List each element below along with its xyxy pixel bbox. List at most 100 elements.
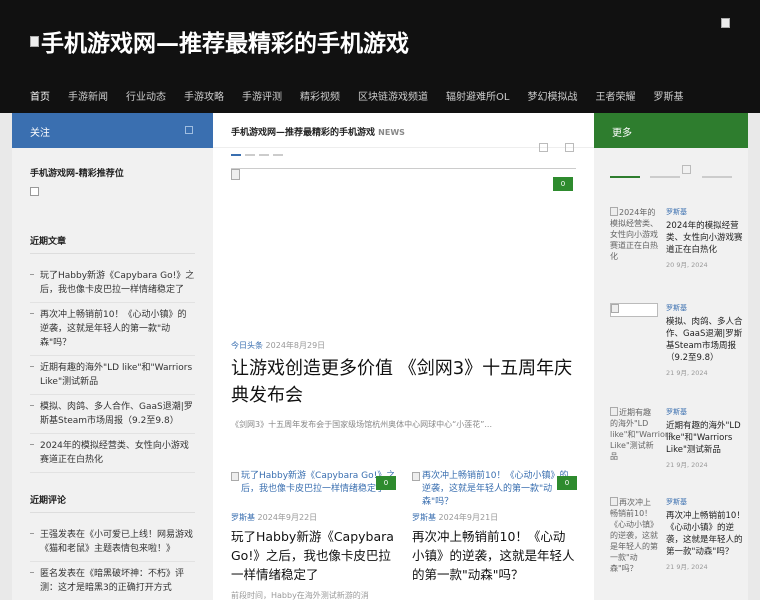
nav-item-blockchain[interactable]: 区块链游戏频道 <box>358 86 428 113</box>
sidebar-post-category[interactable]: 罗斯基 <box>666 207 746 217</box>
site-title-link[interactable]: 手机游戏网—推荐最精彩的手机游戏 <box>30 24 409 58</box>
sidebar-post-title[interactable]: 模拟、肉鸽、多人合作、GaaS退潮|罗斯基Steam市场周报（9.2至9.8） <box>666 316 746 364</box>
broken-image-icon <box>610 207 618 216</box>
sidebar-post-category[interactable]: 罗斯基 <box>666 303 746 313</box>
post-category[interactable]: 罗斯基 <box>231 513 255 522</box>
thumbnail-alt-text: 近期有趣的海外"LD like"和"Warriors Like"测试新品 <box>610 408 673 461</box>
post-category[interactable]: 罗斯基 <box>412 513 436 522</box>
featured-meta: 今日头条 2024年8月29日 <box>231 340 325 351</box>
comment-count-badge[interactable]: 0 <box>376 476 396 490</box>
sidebar-post-thumbnail[interactable]: 近期有趣的海外"LD like"和"Warriors Like"测试新品 <box>610 407 672 462</box>
nav-item-guides[interactable]: 手游攻略 <box>184 86 224 113</box>
recommend-image-icon[interactable] <box>30 187 39 196</box>
sidebar-post-info: 罗斯基 模拟、肉鸽、多人合作、GaaS退潮|罗斯基Steam市场周报（9.2至9… <box>666 303 746 377</box>
tab-indicator[interactable] <box>610 176 640 178</box>
sidebar-post-title[interactable]: 近期有趣的海外"LD like"和"Warriors Like"测试新品 <box>666 420 746 456</box>
nav-item-langrisser[interactable]: 梦幻模拟战 <box>527 86 577 113</box>
nav-item-rosky[interactable]: 罗斯基 <box>653 86 683 113</box>
post-date: 2024年9月21日 <box>438 513 499 522</box>
tab-indicator[interactable] <box>702 176 732 178</box>
sidebar-post-date: 21 9月, 2024 <box>666 563 708 571</box>
sidebar-tabs <box>594 148 748 183</box>
featured-excerpt: 《剑网3》十五周年发布会于国家级场馆杭州奥体中心网球中心“小莲花”... <box>231 420 493 429</box>
slider-dot[interactable] <box>259 154 269 156</box>
recent-post-link[interactable]: 2024年的模拟经营类、女性向小游戏赛道正在白热化 <box>30 434 195 473</box>
content-header-tag: NEWS <box>378 128 405 137</box>
recent-post-link[interactable]: 模拟、肉鸽、多人合作、GaaS退潮|罗斯基Steam市场周报（9.2至9.8） <box>30 395 195 434</box>
post-thumbnail[interactable]: 玩了Habby新游《Capybara Go!》之后，我也像卡皮巴拉一样情绪稳定了… <box>231 470 396 502</box>
divider <box>30 512 195 513</box>
featured-date: 2024年8月29日 <box>265 341 326 350</box>
more-label: 更多 <box>612 128 632 139</box>
sidebar-post: 近期有趣的海外"LD like"和"Warriors Like"测试新品 罗斯基… <box>610 407 741 497</box>
featured-category[interactable]: 今日头条 <box>231 341 263 350</box>
post-title[interactable]: 再次冲上畅销前10！《心动小镇》的逆袭，这就是年轻人的第一款"动森"吗？ <box>412 527 577 584</box>
content-header-title: 手机游戏网—推荐最精彩的手机游戏 <box>231 128 376 138</box>
post-meta: 罗斯基 2024年9月21日 <box>412 512 577 523</box>
nav-item-reviews[interactable]: 手游评测 <box>242 86 282 113</box>
recent-posts-title: 近期文章 <box>30 237 67 247</box>
recent-comment-link[interactable]: 匿名发表在《暗黑破坏神：不朽》评测：这才是暗黑3的正确打开方式 <box>30 562 195 600</box>
post-card: 再次冲上畅销前10！《心动小镇》的逆袭，这就是年轻人的第一款"动森"吗？ 0 罗… <box>412 470 577 584</box>
sidebar-post-category[interactable]: 罗斯基 <box>666 497 746 507</box>
nav-item-news[interactable]: 手游新闻 <box>68 86 108 113</box>
slider-dot[interactable] <box>245 154 255 156</box>
more-header[interactable]: 更多 <box>594 113 748 148</box>
post-card: 玩了Habby新游《Capybara Go!》之后，我也像卡皮巴拉一样情绪稳定了… <box>231 470 396 600</box>
sidebar-post-title[interactable]: 2024年的模拟经营类、女性向小游戏赛道正在白热化 <box>666 220 746 256</box>
recommend-widget-title: 手机游戏网-精彩推荐位 <box>30 169 124 179</box>
broken-image-icon <box>412 472 420 481</box>
follow-header[interactable]: 关注 <box>12 113 213 148</box>
recent-post-link[interactable]: 玩了Habby新游《Capybara Go!》之后，我也像卡皮巴拉一样情绪稳定了 <box>30 264 195 303</box>
sidebar-post-title[interactable]: 再次冲上畅销前10！《心动小镇》的逆袭，这就是年轻人的第一款"动森"吗？ <box>666 510 746 558</box>
post-date: 2024年9月22日 <box>257 513 318 522</box>
sidebar-post-thumbnail[interactable]: 2024年的模拟经营类、女性向小游戏赛道正在白热化 <box>610 207 658 262</box>
nav-item-honor-of-kings[interactable]: 王者荣耀 <box>595 86 635 113</box>
slider-dot[interactable] <box>273 154 283 156</box>
thumbnail-alt-text: 再次冲上畅销前10！《心动小镇》的逆袭，这就是年轻人的第一款"动森"吗？ <box>422 471 569 507</box>
broken-image-icon <box>610 407 618 416</box>
sidebar-post-info: 罗斯基 2024年的模拟经营类、女性向小游戏赛道正在白热化 20 9月, 202… <box>666 207 746 269</box>
broken-image-icon <box>231 169 240 180</box>
comment-count-badge[interactable]: 0 <box>557 476 577 490</box>
featured-image[interactable]: 0 <box>231 168 576 338</box>
featured-title[interactable]: 让游戏创造更多价值 《剑网3》十五周年庆典发布会 <box>231 355 576 409</box>
nav-item-fallout[interactable]: 辐射避难所OL <box>446 86 509 113</box>
post-meta: 罗斯基 2024年9月22日 <box>231 512 396 523</box>
slider-prev-icon[interactable] <box>539 143 548 152</box>
tab-indicator[interactable] <box>650 176 680 178</box>
recent-post-link[interactable]: 近期有趣的海外"LD like"和"Warriors Like"测试新品 <box>30 356 195 395</box>
sidebar-post-date: 21 9月, 2024 <box>666 461 708 469</box>
slider-dot[interactable] <box>231 154 241 156</box>
slider-next-icon[interactable] <box>565 143 574 152</box>
tab-square-icon[interactable] <box>682 165 691 174</box>
recent-post-link[interactable]: 再次冲上畅销前10！《心动小镇》的逆袭，这就是年轻人的第一款"动森"吗？ <box>30 303 195 356</box>
slider-pagination <box>231 154 283 156</box>
nav-item-videos[interactable]: 精彩视频 <box>300 86 340 113</box>
sidebar-post: 再次冲上畅销前10！《心动小镇》的逆袭，这就是年轻人的第一款"动森"吗？ 罗斯基… <box>610 497 745 593</box>
thumbnail-alt-text: 玩了Habby新游《Capybara Go!》之后，我也像卡皮巴拉一样情绪稳定了 <box>241 471 396 494</box>
sidebar-post: 罗斯基 模拟、肉鸽、多人合作、GaaS退潮|罗斯基Steam市场周报（9.2至9… <box>610 303 743 407</box>
header-image-icon <box>721 18 730 28</box>
comment-count-badge[interactable]: 0 <box>553 177 573 191</box>
left-sidebar: 关注 手机游戏网-精彩推荐位 近期文章 玩了Habby新游《Capybara G… <box>12 113 213 600</box>
sidebar-post-date: 21 9月, 2024 <box>666 369 708 377</box>
main-nav: 首页 手游新闻 行业动态 手游攻略 手游评测 精彩视频 区块链游戏频道 辐射避难… <box>0 86 760 113</box>
collapse-square-icon[interactable] <box>185 126 193 134</box>
post-thumbnail[interactable]: 再次冲上畅销前10！《心动小镇》的逆袭，这就是年轻人的第一款"动森"吗？ 0 <box>412 470 577 507</box>
sidebar-post-info: 罗斯基 近期有趣的海外"LD like"和"Warriors Like"测试新品… <box>666 407 746 469</box>
post-title[interactable]: 玩了Habby新游《Capybara Go!》之后，我也像卡皮巴拉一样情绪稳定了 <box>231 527 396 584</box>
sidebar-post-thumbnail[interactable] <box>610 303 658 317</box>
recent-comments-title: 近期评论 <box>30 496 67 506</box>
right-sidebar: 更多 2024年的模拟经营类、女性向小游戏赛道正在白热化 罗斯基 2024年的模… <box>594 113 748 600</box>
main-content: 手机游戏网—推荐最精彩的手机游戏 NEWS 0 今日头条 2024年8月29日 … <box>213 113 594 600</box>
post-excerpt: 前段时间，Habby在海外测试新游的消 <box>231 591 369 600</box>
nav-item-home[interactable]: 首页 <box>30 86 50 113</box>
sidebar-post-date: 20 9月, 2024 <box>666 261 708 269</box>
recent-comment-link[interactable]: 王强发表在《小可爱已上线！网易游戏《猫和老鼠》主题表情包来啦！》 <box>30 523 195 562</box>
follow-label: 关注 <box>30 128 50 139</box>
sidebar-post-category[interactable]: 罗斯基 <box>666 407 746 417</box>
sidebar-post-thumbnail[interactable]: 再次冲上畅销前10！《心动小镇》的逆袭，这就是年轻人的第一款"动森"吗？ <box>610 497 658 574</box>
sidebar-post-info: 罗斯基 再次冲上畅销前10！《心动小镇》的逆袭，这就是年轻人的第一款"动森"吗？… <box>666 497 746 571</box>
nav-item-industry[interactable]: 行业动态 <box>126 86 166 113</box>
